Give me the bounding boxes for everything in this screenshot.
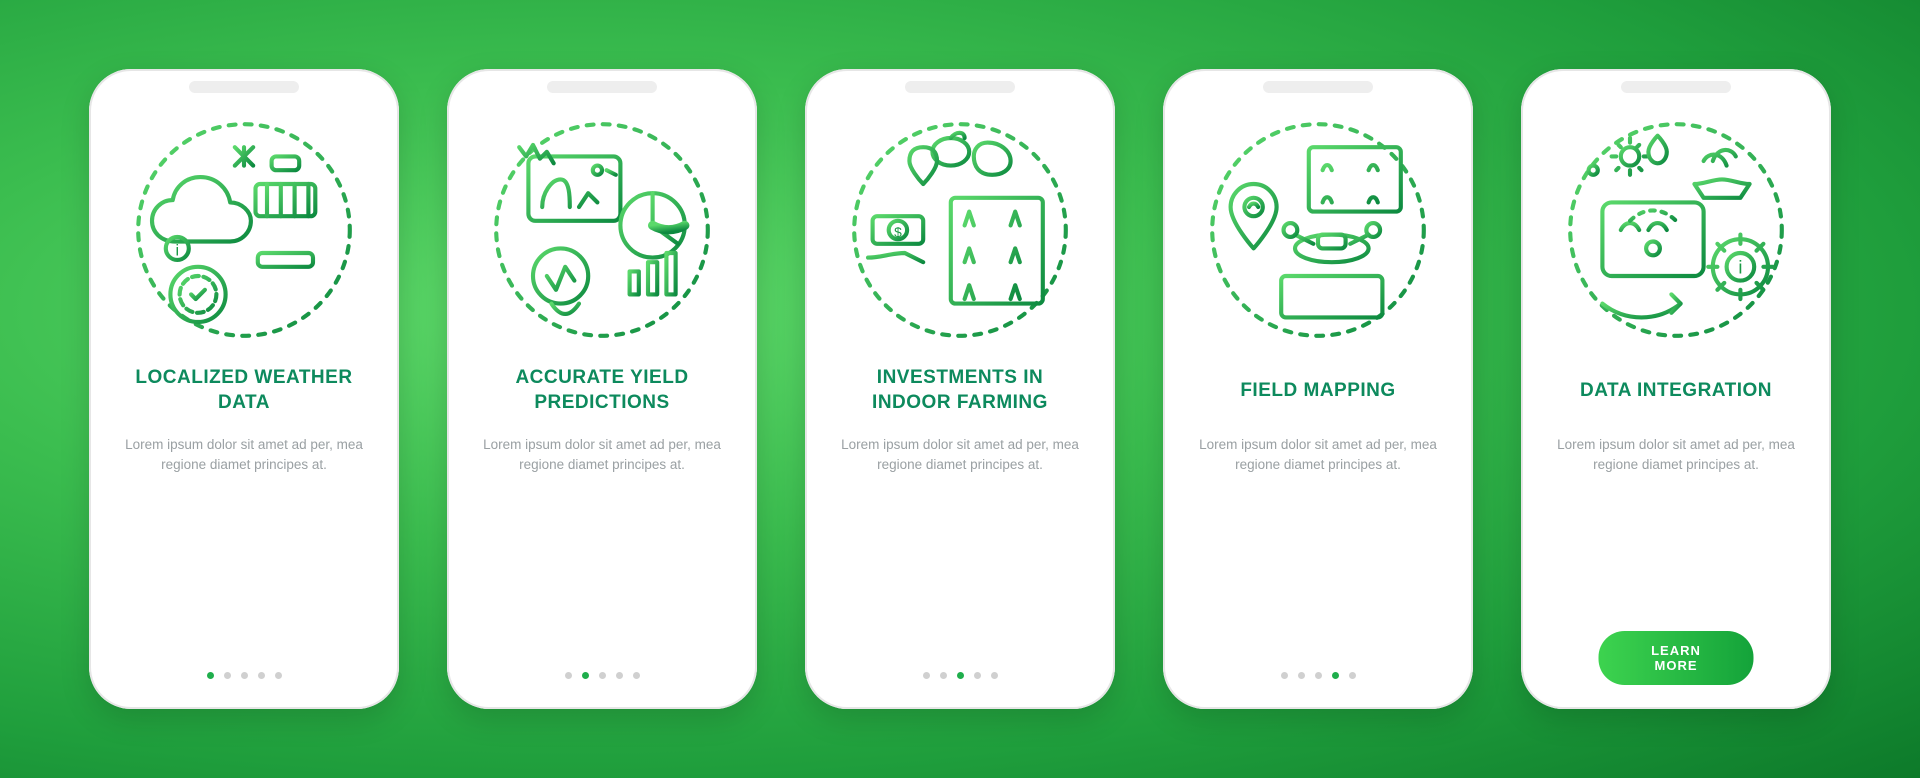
onboarding-screen-1: LOCALIZED WEATHER DATA Lorem ipsum dolor … — [89, 69, 399, 709]
indoor-farming-icon — [845, 115, 1075, 345]
page-dot-3[interactable] — [599, 672, 606, 679]
page-dot-1[interactable] — [1281, 672, 1288, 679]
page-dot-4[interactable] — [1332, 672, 1339, 679]
page-dot-2[interactable] — [582, 672, 589, 679]
page-indicator — [805, 672, 1115, 679]
page-dot-2[interactable] — [940, 672, 947, 679]
page-indicator — [1163, 672, 1473, 679]
page-dot-5[interactable] — [275, 672, 282, 679]
page-dot-3[interactable] — [241, 672, 248, 679]
onboarding-screen-4: FIELD MAPPING Lorem ipsum dolor sit amet … — [1163, 69, 1473, 709]
onboarding-screen-2: ACCURATE YIELD PREDICTIONS Lorem ipsum do… — [447, 69, 757, 709]
page-dot-4[interactable] — [258, 672, 265, 679]
screen-description: Lorem ipsum dolor sit amet ad per, mea r… — [115, 435, 373, 476]
page-indicator — [89, 672, 399, 679]
onboarding-screen-3: INVESTMENTS IN INDOOR FARMING Lorem ipsum… — [805, 69, 1115, 709]
screen-title: INVESTMENTS IN INDOOR FARMING — [831, 365, 1089, 417]
screen-description: Lorem ipsum dolor sit amet ad per, mea r… — [1189, 435, 1447, 476]
page-dot-1[interactable] — [565, 672, 572, 679]
page-dot-4[interactable] — [616, 672, 623, 679]
screen-title: DATA INTEGRATION — [1576, 365, 1776, 417]
page-dot-5[interactable] — [1349, 672, 1356, 679]
yield-chart-icon — [487, 115, 717, 345]
page-dot-5[interactable] — [991, 672, 998, 679]
page-dot-1[interactable] — [923, 672, 930, 679]
data-integration-icon — [1561, 115, 1791, 345]
field-mapping-icon — [1203, 115, 1433, 345]
page-dot-4[interactable] — [974, 672, 981, 679]
screen-description: Lorem ipsum dolor sit amet ad per, mea r… — [473, 435, 731, 476]
screen-title: LOCALIZED WEATHER DATA — [115, 365, 373, 417]
learn-more-button[interactable]: LEARN MORE — [1599, 631, 1754, 685]
screen-title: FIELD MAPPING — [1236, 365, 1399, 417]
page-dot-2[interactable] — [224, 672, 231, 679]
page-dot-3[interactable] — [957, 672, 964, 679]
page-indicator — [447, 672, 757, 679]
screen-description: Lorem ipsum dolor sit amet ad per, mea r… — [831, 435, 1089, 476]
weather-station-icon — [129, 115, 359, 345]
screen-description: Lorem ipsum dolor sit amet ad per, mea r… — [1547, 435, 1805, 476]
page-dot-5[interactable] — [633, 672, 640, 679]
page-dot-2[interactable] — [1298, 672, 1305, 679]
onboarding-screen-5: DATA INTEGRATION Lorem ipsum dolor sit am… — [1521, 69, 1831, 709]
page-dot-3[interactable] — [1315, 672, 1322, 679]
page-dot-1[interactable] — [207, 672, 214, 679]
screen-title: ACCURATE YIELD PREDICTIONS — [473, 365, 731, 417]
